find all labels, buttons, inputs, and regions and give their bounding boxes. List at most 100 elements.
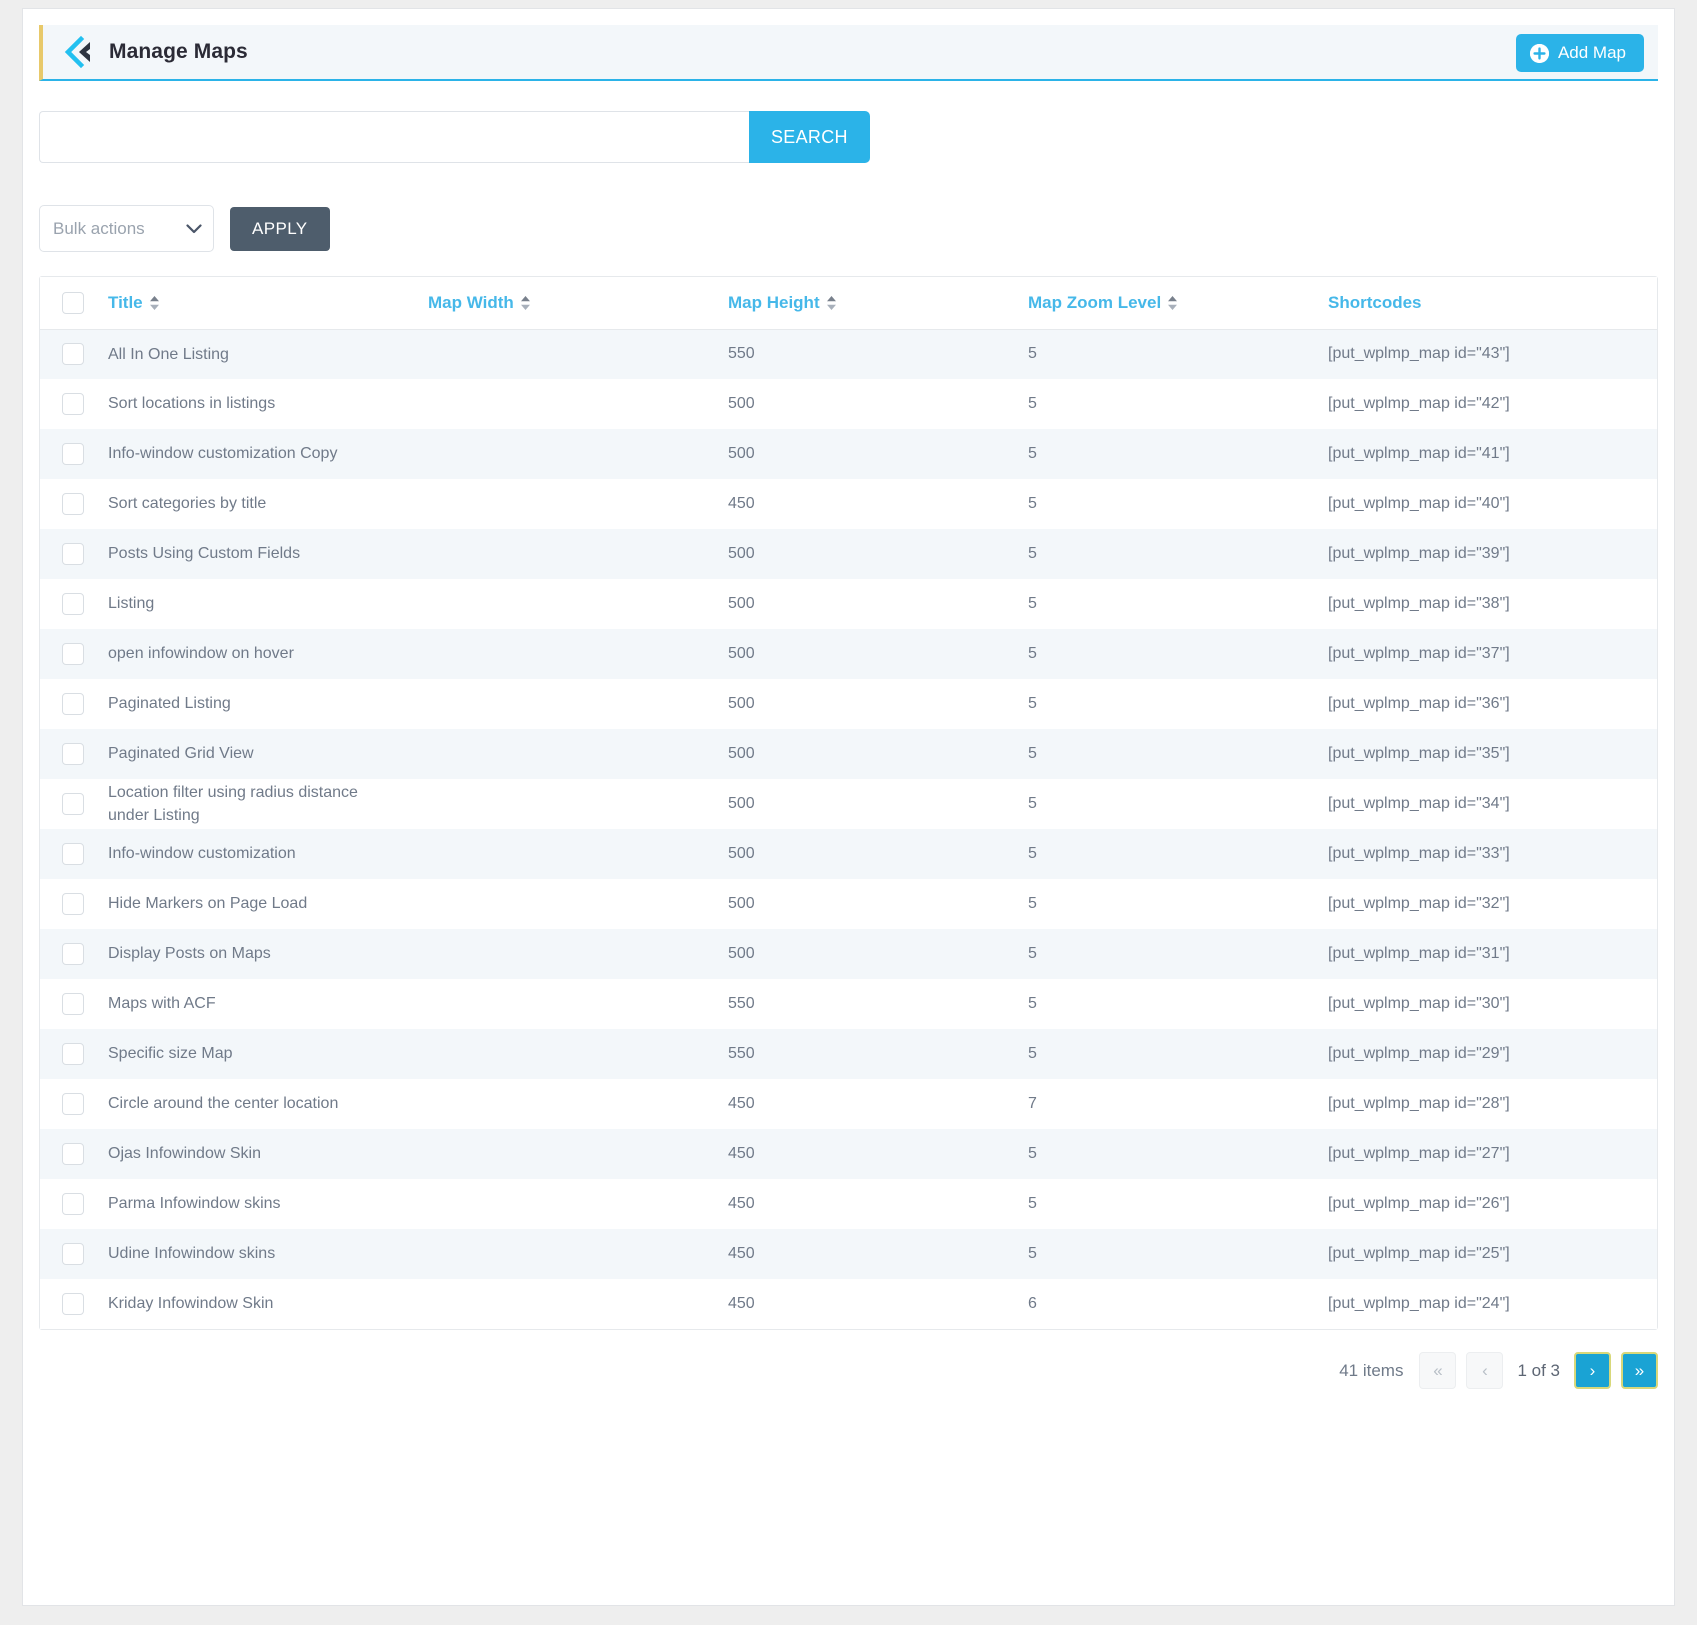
sort-arrows-icon[interactable] xyxy=(1167,295,1178,311)
add-map-label: Add Map xyxy=(1557,43,1626,62)
table-row: Parma Infowindow skins 450 5 [put_wplmp_map… xyxy=(40,1179,1657,1229)
maps-table: Title Map Width Map Height Map Zoom Leve… xyxy=(40,277,1657,1329)
cell-title: Paginated Grid View xyxy=(108,745,254,763)
page-root: Manage Maps Add Map SEARCH Bulk actions … xyxy=(0,0,1697,1625)
cell-title: Sort locations in listings xyxy=(108,395,276,413)
cell-map-zoom: 5 xyxy=(1028,595,1037,612)
cell-title: Ojas Infowindow Skin xyxy=(108,1145,261,1163)
row-select-cell xyxy=(40,679,108,729)
row-checkbox[interactable] xyxy=(62,343,84,366)
row-checkbox[interactable] xyxy=(62,1093,84,1115)
cell-map-width xyxy=(428,1179,728,1229)
search-button[interactable]: SEARCH xyxy=(749,111,870,163)
add-map-button[interactable]: Add Map xyxy=(1515,34,1644,72)
cell-title: Display Posts on Maps xyxy=(108,945,271,963)
cell-title: Udine Infowindow skins xyxy=(108,1245,276,1263)
row-checkbox[interactable] xyxy=(62,543,84,565)
next-page-button[interactable]: › xyxy=(1574,1352,1611,1389)
row-checkbox[interactable] xyxy=(62,893,84,915)
cell-map-width xyxy=(428,729,728,779)
cell-map-width xyxy=(428,1079,728,1129)
cell-map-zoom: 5 xyxy=(1028,945,1037,962)
prev-page-button[interactable]: ‹ xyxy=(1466,1352,1504,1389)
column-header-map-width[interactable]: Map Width xyxy=(428,277,728,330)
table-row: Paginated Grid View 500 5 [put_wplmp_map id… xyxy=(40,729,1657,779)
table-row: Circle around the center location 450 7 [pu… xyxy=(40,1079,1657,1129)
table-row: Posts Using Custom Fields 500 5 [put_wplmp_… xyxy=(40,529,1657,579)
cell-map-height: 500 xyxy=(728,895,755,912)
row-checkbox[interactable] xyxy=(62,393,84,415)
row-checkbox[interactable] xyxy=(62,1193,84,1215)
table-row: Udine Infowindow skins 450 5 [put_wplmp_map… xyxy=(40,1229,1657,1279)
cell-title: Maps with ACF xyxy=(108,995,216,1013)
first-page-button[interactable]: « xyxy=(1419,1352,1457,1389)
cell-title: open infowindow on hover xyxy=(108,645,294,663)
table-row: Listing 500 5 [put_wplmp_map id="38"] xyxy=(40,579,1657,629)
row-checkbox[interactable] xyxy=(62,1143,84,1165)
cell-map-height: 500 xyxy=(728,645,755,662)
row-checkbox[interactable] xyxy=(62,943,84,965)
row-checkbox[interactable] xyxy=(62,1043,84,1065)
row-checkbox[interactable] xyxy=(62,443,84,465)
cell-map-height: 500 xyxy=(728,795,755,812)
bulk-actions-select-wrapper: Bulk actions xyxy=(39,205,214,252)
cell-map-height: 550 xyxy=(728,345,755,363)
table-row: Info-window customization 500 5 [put_wplmp_… xyxy=(40,829,1657,879)
row-checkbox[interactable] xyxy=(62,593,84,615)
row-checkbox[interactable] xyxy=(62,693,84,715)
cell-map-height: 500 xyxy=(728,445,755,462)
cell-shortcode: [put_wplmp_map id="29"] xyxy=(1328,1045,1510,1062)
sort-arrows-icon[interactable] xyxy=(149,295,160,311)
cell-map-zoom: 5 xyxy=(1028,895,1037,912)
column-header-map-zoom-level[interactable]: Map Zoom Level xyxy=(1028,277,1328,330)
double-chevron-left-logo-icon xyxy=(61,35,95,69)
table-row: Ojas Infowindow Skin 450 5 [put_wplmp_map i… xyxy=(40,1129,1657,1179)
cell-title: Sort categories by title xyxy=(108,495,267,513)
cell-map-width xyxy=(428,979,728,1029)
column-header-title[interactable]: Title xyxy=(108,277,428,330)
table-row: Sort locations in listings 500 5 [put_wplmp… xyxy=(40,379,1657,429)
row-checkbox[interactable] xyxy=(62,843,84,865)
cell-shortcode: [put_wplmp_map id="41"] xyxy=(1328,445,1510,462)
cell-map-height: 500 xyxy=(728,545,755,562)
cell-map-width xyxy=(428,829,728,879)
cell-title: Location filter using radius distance un… xyxy=(108,783,358,824)
select-all-checkbox[interactable] xyxy=(62,291,84,314)
column-label-shortcodes: Shortcodes xyxy=(1328,292,1422,312)
cell-map-zoom: 5 xyxy=(1028,345,1037,363)
bulk-actions-select[interactable]: Bulk actions xyxy=(39,205,214,252)
cell-map-zoom: 5 xyxy=(1028,995,1037,1012)
cell-map-height: 450 xyxy=(728,1245,755,1262)
cell-map-height: 450 xyxy=(728,1195,755,1212)
row-checkbox[interactable] xyxy=(62,743,84,765)
row-select-cell xyxy=(40,1279,108,1329)
select-all-header xyxy=(40,277,108,330)
row-checkbox[interactable] xyxy=(62,993,84,1015)
sort-arrows-icon[interactable] xyxy=(826,295,837,311)
cell-title: Posts Using Custom Fields xyxy=(108,545,301,563)
apply-button[interactable]: APPLY xyxy=(230,206,330,251)
column-header-map-height[interactable]: Map Height xyxy=(728,277,1028,330)
cell-map-zoom: 5 xyxy=(1028,845,1037,862)
table-row: Sort categories by title 450 5 [put_wplmp_m… xyxy=(40,479,1657,529)
row-checkbox[interactable] xyxy=(62,1243,84,1265)
brand: Manage Maps xyxy=(61,35,248,69)
cell-title: Info-window customization xyxy=(108,845,296,863)
cell-map-height: 450 xyxy=(728,1095,755,1112)
table-row: Specific size Map 550 5 [put_wplmp_map id="… xyxy=(40,1029,1657,1079)
table-row: Display Posts on Maps 500 5 [put_wplmp_map … xyxy=(40,929,1657,979)
sort-arrows-icon[interactable] xyxy=(520,295,531,311)
search-input[interactable] xyxy=(39,111,749,163)
cell-shortcode: [put_wplmp_map id="27"] xyxy=(1328,1145,1510,1162)
cell-map-width xyxy=(428,1129,728,1179)
last-page-button[interactable]: » xyxy=(1621,1352,1658,1389)
row-checkbox[interactable] xyxy=(62,1293,84,1315)
cell-map-width xyxy=(428,479,728,529)
row-select-cell xyxy=(40,1229,108,1279)
page-indicator: 1 of 3 xyxy=(1517,1360,1560,1380)
page-title: Manage Maps xyxy=(109,40,248,63)
row-checkbox[interactable] xyxy=(62,643,84,665)
cell-title: Paginated Listing xyxy=(108,695,231,713)
row-checkbox[interactable] xyxy=(62,493,84,515)
row-checkbox[interactable] xyxy=(62,793,84,815)
